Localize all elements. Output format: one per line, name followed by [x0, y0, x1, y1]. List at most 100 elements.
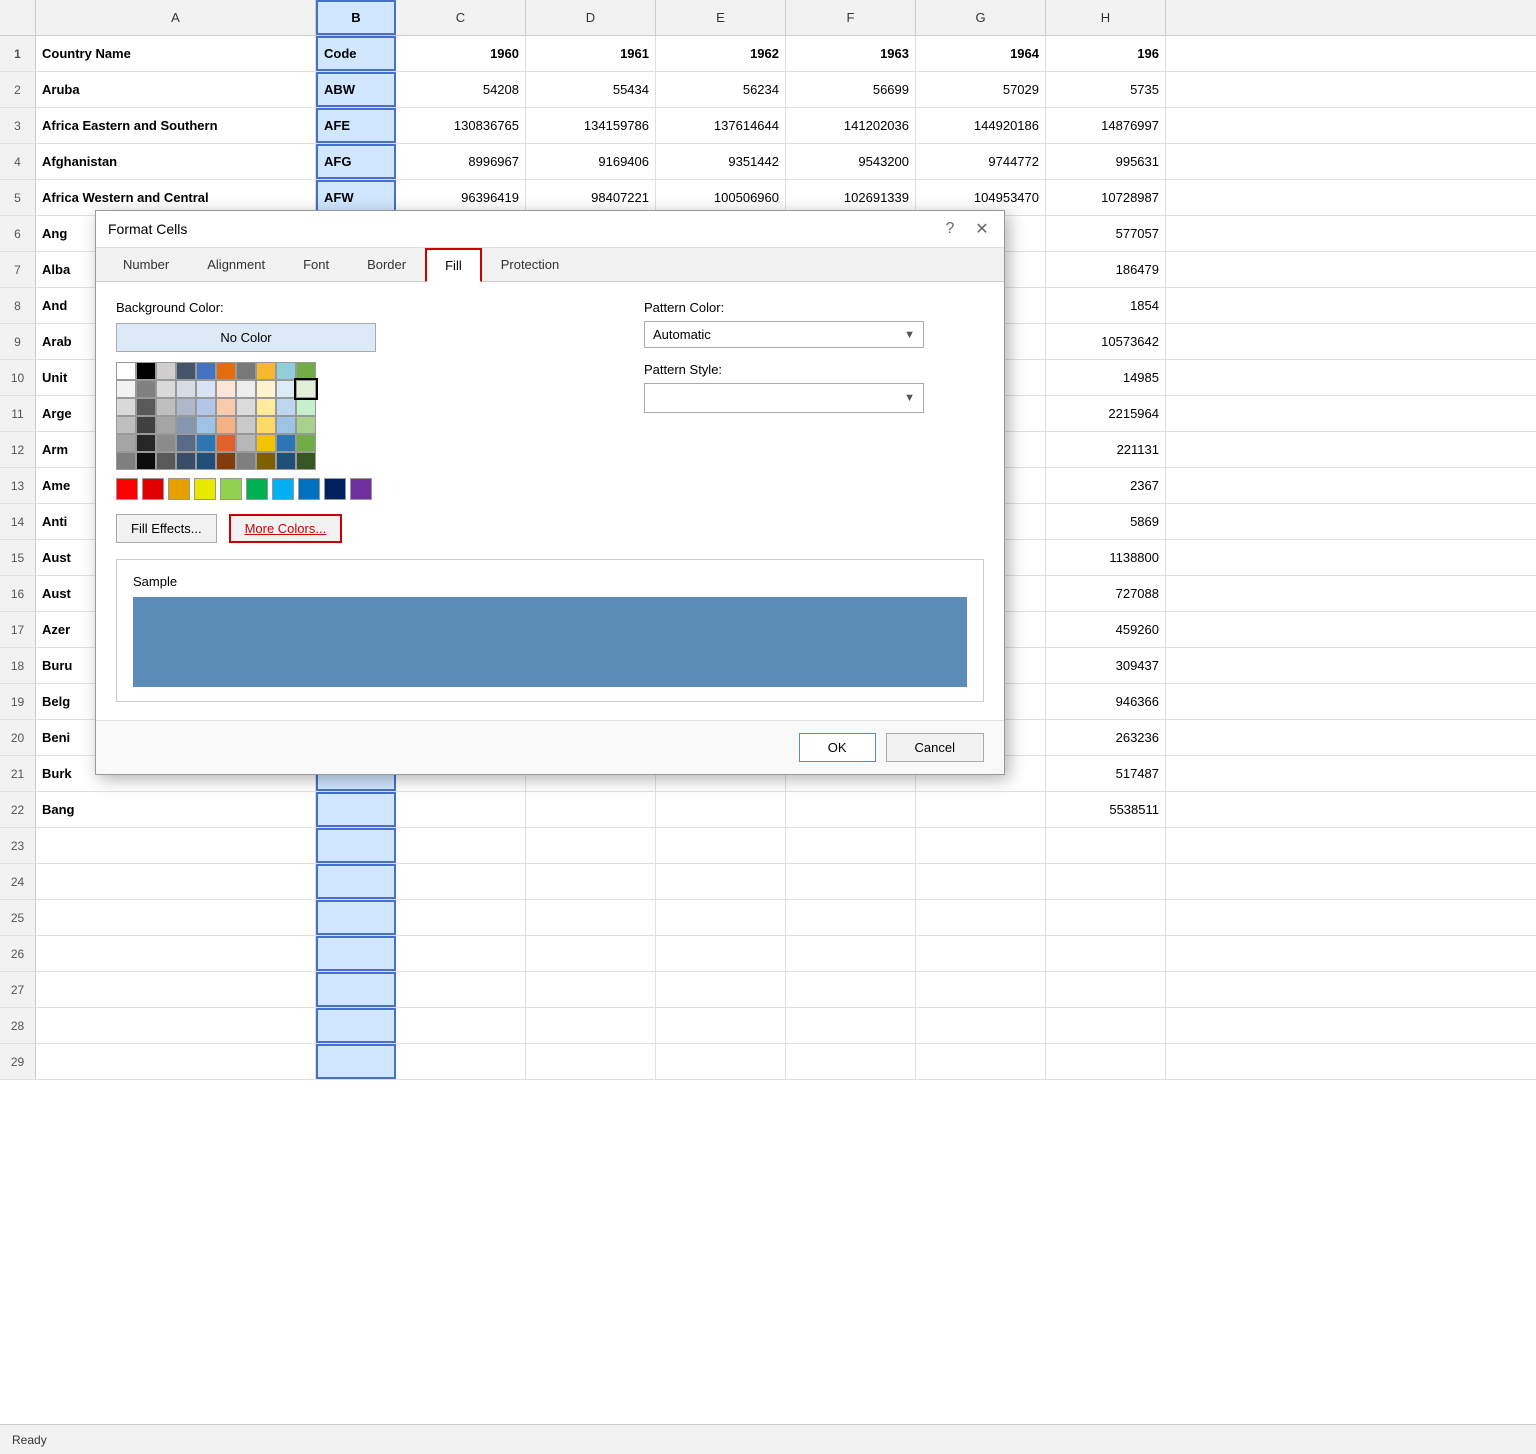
- vivid-color-swatch[interactable]: [142, 478, 164, 500]
- dialog-titlebar: Format Cells ? ✕: [96, 211, 1004, 248]
- tab-protection[interactable]: Protection: [482, 248, 579, 282]
- color-swatch[interactable]: [216, 452, 236, 470]
- color-swatch[interactable]: [156, 362, 176, 380]
- ok-button[interactable]: OK: [799, 733, 876, 762]
- vivid-color-swatch[interactable]: [194, 478, 216, 500]
- vivid-color-row: [116, 478, 604, 500]
- color-swatch[interactable]: [136, 452, 156, 470]
- color-swatch[interactable]: [216, 380, 236, 398]
- color-swatch[interactable]: [276, 434, 296, 452]
- color-swatch[interactable]: [156, 452, 176, 470]
- pattern-color-dropdown[interactable]: Automatic ▼: [644, 321, 924, 348]
- color-swatch[interactable]: [216, 434, 236, 452]
- vivid-color-swatch[interactable]: [272, 478, 294, 500]
- dialog-footer: OK Cancel: [96, 720, 1004, 774]
- vivid-color-swatch[interactable]: [116, 478, 138, 500]
- color-swatch[interactable]: [216, 416, 236, 434]
- cancel-button[interactable]: Cancel: [886, 733, 984, 762]
- color-swatch[interactable]: [236, 434, 256, 452]
- color-swatch[interactable]: [116, 398, 136, 416]
- color-swatch[interactable]: [116, 416, 136, 434]
- color-swatch[interactable]: [176, 434, 196, 452]
- vivid-color-swatch[interactable]: [350, 478, 372, 500]
- tab-font[interactable]: Font: [284, 248, 348, 282]
- color-swatch[interactable]: [156, 416, 176, 434]
- format-cells-dialog: Format Cells ? ✕ NumberAlignmentFontBord…: [95, 210, 1005, 775]
- color-swatch[interactable]: [136, 434, 156, 452]
- dialog-tabs: NumberAlignmentFontBorderFillProtection: [96, 248, 1004, 282]
- dialog-controls: ? ✕: [940, 219, 992, 239]
- color-swatch[interactable]: [116, 452, 136, 470]
- color-swatch[interactable]: [236, 362, 256, 380]
- color-swatch[interactable]: [176, 416, 196, 434]
- vivid-color-swatch[interactable]: [168, 478, 190, 500]
- color-swatch[interactable]: [176, 380, 196, 398]
- color-swatch[interactable]: [276, 398, 296, 416]
- color-swatch[interactable]: [176, 362, 196, 380]
- color-swatch[interactable]: [296, 416, 316, 434]
- color-swatch[interactable]: [296, 452, 316, 470]
- color-swatch[interactable]: [196, 362, 216, 380]
- color-swatch[interactable]: [256, 398, 276, 416]
- color-swatch[interactable]: [256, 416, 276, 434]
- tab-border[interactable]: Border: [348, 248, 425, 282]
- color-swatch[interactable]: [256, 362, 276, 380]
- pattern-color-arrow-icon: ▼: [904, 329, 915, 341]
- tab-number[interactable]: Number: [104, 248, 188, 282]
- color-swatch[interactable]: [136, 416, 156, 434]
- color-swatch[interactable]: [136, 362, 156, 380]
- color-swatch[interactable]: [156, 434, 176, 452]
- vivid-color-swatch[interactable]: [298, 478, 320, 500]
- fill-right: Pattern Color: Automatic ▼ Pattern Style…: [644, 300, 984, 543]
- color-swatch[interactable]: [296, 380, 316, 398]
- pattern-style-dropdown[interactable]: ▼: [644, 383, 924, 413]
- color-grid: [116, 362, 604, 470]
- color-swatch[interactable]: [196, 416, 216, 434]
- color-swatch[interactable]: [256, 380, 276, 398]
- color-swatch[interactable]: [196, 380, 216, 398]
- color-swatch[interactable]: [296, 362, 316, 380]
- color-swatch[interactable]: [196, 398, 216, 416]
- color-swatch[interactable]: [236, 452, 256, 470]
- color-swatch[interactable]: [216, 362, 236, 380]
- color-swatch[interactable]: [276, 380, 296, 398]
- color-swatch[interactable]: [116, 380, 136, 398]
- fill-left: Background Color: No Color Fill Effects.…: [116, 300, 604, 543]
- more-colors-button[interactable]: More Colors...: [229, 514, 343, 543]
- color-swatch[interactable]: [196, 452, 216, 470]
- help-icon[interactable]: ?: [940, 219, 960, 239]
- color-swatch[interactable]: [256, 452, 276, 470]
- fill-section: Background Color: No Color Fill Effects.…: [116, 300, 984, 543]
- bottom-buttons: Fill Effects... More Colors...: [116, 514, 604, 543]
- color-swatch[interactable]: [196, 434, 216, 452]
- vivid-color-swatch[interactable]: [220, 478, 242, 500]
- color-swatch[interactable]: [236, 380, 256, 398]
- color-swatch[interactable]: [296, 398, 316, 416]
- color-swatch[interactable]: [276, 362, 296, 380]
- color-swatch[interactable]: [236, 398, 256, 416]
- no-color-button[interactable]: No Color: [116, 323, 376, 352]
- vivid-color-swatch[interactable]: [246, 478, 268, 500]
- color-swatch[interactable]: [276, 416, 296, 434]
- pattern-style-arrow-icon: ▼: [904, 392, 915, 404]
- color-swatch[interactable]: [156, 380, 176, 398]
- color-swatch[interactable]: [136, 398, 156, 416]
- color-swatch[interactable]: [296, 434, 316, 452]
- tab-alignment[interactable]: Alignment: [188, 248, 284, 282]
- fill-effects-button[interactable]: Fill Effects...: [116, 514, 217, 543]
- color-swatch[interactable]: [156, 398, 176, 416]
- color-swatch[interactable]: [216, 398, 236, 416]
- color-swatch[interactable]: [176, 452, 196, 470]
- color-swatch[interactable]: [276, 452, 296, 470]
- color-swatch[interactable]: [176, 398, 196, 416]
- dialog-title: Format Cells: [108, 221, 187, 237]
- color-swatch[interactable]: [136, 380, 156, 398]
- color-swatch[interactable]: [116, 362, 136, 380]
- vivid-color-swatch[interactable]: [324, 478, 346, 500]
- close-icon[interactable]: ✕: [972, 219, 992, 239]
- color-swatch[interactable]: [256, 434, 276, 452]
- tab-fill[interactable]: Fill: [425, 248, 482, 282]
- pattern-style-label: Pattern Style:: [644, 362, 984, 377]
- color-swatch[interactable]: [236, 416, 256, 434]
- color-swatch[interactable]: [116, 434, 136, 452]
